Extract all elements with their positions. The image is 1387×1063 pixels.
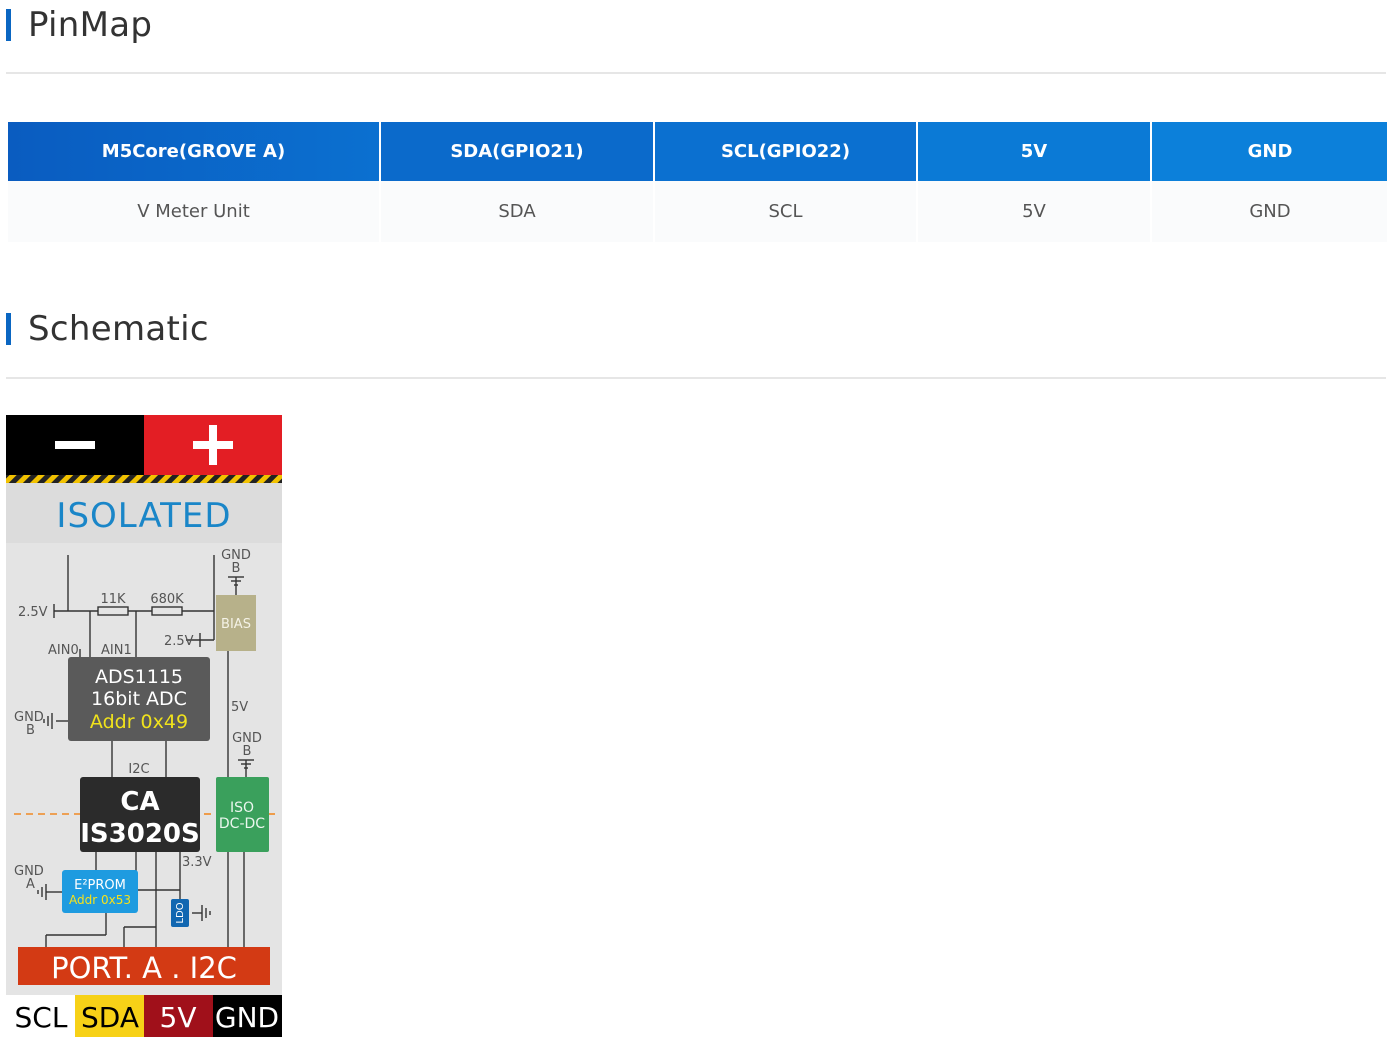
schematic-image: ISOLATED 11K 680K 2.5V 2.5V AIN0 AIN1 GN…	[6, 415, 282, 1037]
gnd-b-left-sub: B	[26, 723, 35, 738]
table-header-cell: GND	[1152, 122, 1387, 181]
schematic-heading: Schematic	[6, 309, 209, 349]
pin-gnd-label: GND	[215, 1001, 279, 1034]
table-header-cell: 5V	[918, 122, 1150, 181]
pin-sda-label: SDA	[81, 1001, 139, 1034]
i2c-label: I2C	[128, 762, 149, 777]
pinmap-divider	[6, 72, 1386, 74]
v25-right-label: 2.5V	[164, 634, 194, 649]
table-cell: 5V	[918, 181, 1150, 242]
gnd-b-top-sub: B	[232, 561, 241, 576]
adc-line3: Addr 0x49	[90, 711, 188, 733]
minus-icon	[55, 441, 95, 449]
port-label: PORT. A . I2C	[51, 951, 237, 985]
hazard-stripe	[6, 475, 282, 483]
table-cell: SDA	[381, 181, 653, 242]
heading-accent-bar	[6, 9, 11, 41]
r1-label: 11K	[100, 592, 126, 607]
ain0-label: AIN0	[48, 643, 79, 658]
table-cell: SCL	[655, 181, 916, 242]
table-header-cell: SCL(GPIO22)	[655, 122, 916, 181]
ain1-label: AIN1	[101, 643, 132, 658]
table-header-cell: M5Core(GROVE A)	[8, 122, 379, 181]
v5-label: 5V	[231, 700, 248, 715]
adc-line1: ADS1115	[95, 666, 183, 688]
table-header-row: M5Core(GROVE A) SDA(GPIO21) SCL(GPIO22) …	[8, 122, 1387, 181]
bias-label: BIAS	[221, 617, 251, 632]
pinmap-title: PinMap	[28, 5, 153, 45]
r2-label: 680K	[150, 592, 184, 607]
v33-label: 3.3V	[182, 855, 212, 870]
table-row: V Meter Unit SDA SCL 5V GND	[8, 181, 1387, 242]
eeprom-line2: Addr 0x53	[69, 893, 131, 907]
table-cell: GND	[1152, 181, 1387, 242]
iso-line1: ISO	[230, 800, 254, 816]
pinmap-heading: PinMap	[6, 5, 152, 45]
pin-5v-label: 5V	[160, 1001, 197, 1034]
isolated-label: ISOLATED	[56, 496, 231, 536]
resistor-11k	[97, 606, 129, 616]
schematic-divider	[6, 377, 1386, 379]
table-header-cell: SDA(GPIO21)	[381, 122, 653, 181]
heading-accent-bar	[6, 313, 11, 345]
adc-line2: 16bit ADC	[91, 688, 187, 710]
isolator-line2: IS3020S	[80, 819, 200, 849]
table-cell: V Meter Unit	[8, 181, 379, 242]
schematic-title: Schematic	[28, 309, 209, 349]
isolator-line1: CA	[120, 787, 159, 817]
gnd-b-mid-sub: B	[243, 744, 252, 759]
v25-left-label: 2.5V	[18, 605, 48, 620]
gnd-a-sub: A	[26, 877, 35, 892]
pinmap-table: M5Core(GROVE A) SDA(GPIO21) SCL(GPIO22) …	[6, 122, 1387, 242]
pin-scl-label: SCL	[15, 1001, 68, 1034]
eeprom-line1: E²PROM	[74, 878, 126, 893]
iso-line2: DC-DC	[219, 816, 265, 832]
ldo-label: LDO	[175, 902, 186, 923]
resistor-680k	[151, 606, 183, 616]
